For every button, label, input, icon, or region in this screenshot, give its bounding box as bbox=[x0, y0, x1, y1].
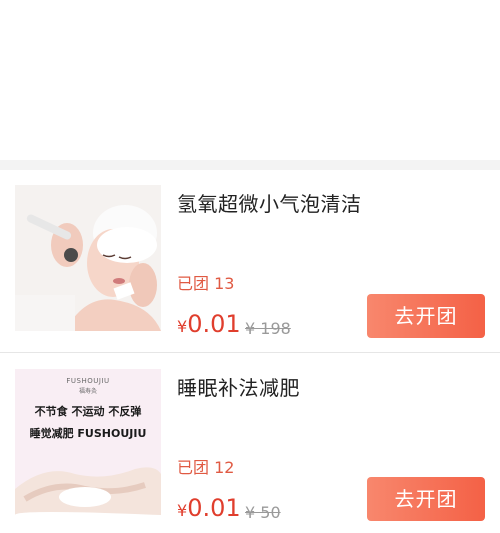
original-price: ¥ 50 bbox=[245, 503, 281, 522]
product-list-page: 氢氧超微小气泡清洁 已团 13 ¥0.01 ¥ 198 去开团 FUSHOUJI… bbox=[0, 0, 500, 533]
poster-slogan: 不节食 不运动 不反弹 bbox=[34, 405, 142, 418]
price-value: 0.01 bbox=[187, 310, 241, 338]
poster-brand-cn: 福寿灸 bbox=[78, 388, 97, 395]
group-price: ¥0.01 bbox=[177, 310, 241, 338]
header-blank-area bbox=[0, 0, 500, 160]
currency-symbol: ¥ bbox=[177, 317, 188, 336]
group-count-label: 已团 bbox=[177, 274, 210, 293]
group-count-value: 13 bbox=[214, 274, 235, 293]
product-card[interactable]: 氢氧超微小气泡清洁 已团 13 ¥0.01 ¥ 198 去开团 bbox=[0, 170, 500, 353]
original-price: ¥ 198 bbox=[245, 319, 291, 338]
group-count: 已团 13 bbox=[177, 270, 234, 294]
product-image-facial[interactable] bbox=[15, 185, 161, 331]
row-separator bbox=[0, 352, 500, 353]
currency-symbol: ¥ bbox=[177, 501, 188, 520]
group-count-value: 12 bbox=[214, 458, 235, 477]
section-divider bbox=[0, 160, 500, 170]
price-value: 0.01 bbox=[187, 494, 241, 522]
group-price: ¥0.01 bbox=[177, 494, 241, 522]
group-count-label: 已团 bbox=[177, 458, 210, 477]
facial-treatment-image bbox=[15, 185, 161, 331]
poster-tagline: 睡觉减肥 FUSHOUJIU bbox=[29, 427, 147, 440]
product-title[interactable]: 睡眠补法减肥 bbox=[177, 372, 300, 401]
group-count: 已团 12 bbox=[177, 454, 234, 478]
start-group-button[interactable]: 去开团 bbox=[367, 477, 485, 521]
product-title[interactable]: 氢氧超微小气泡清洁 bbox=[177, 188, 362, 217]
start-group-button[interactable]: 去开团 bbox=[367, 294, 485, 338]
product-card[interactable]: FUSHOUJIU 福寿灸 不节食 不运动 不反弹 睡觉减肥 FUSHOUJIU… bbox=[0, 354, 500, 533]
product-image-slimming[interactable]: FUSHOUJIU 福寿灸 不节食 不运动 不反弹 睡觉减肥 FUSHOUJIU bbox=[15, 369, 161, 515]
poster-brand: FUSHOUJIU bbox=[66, 377, 110, 385]
